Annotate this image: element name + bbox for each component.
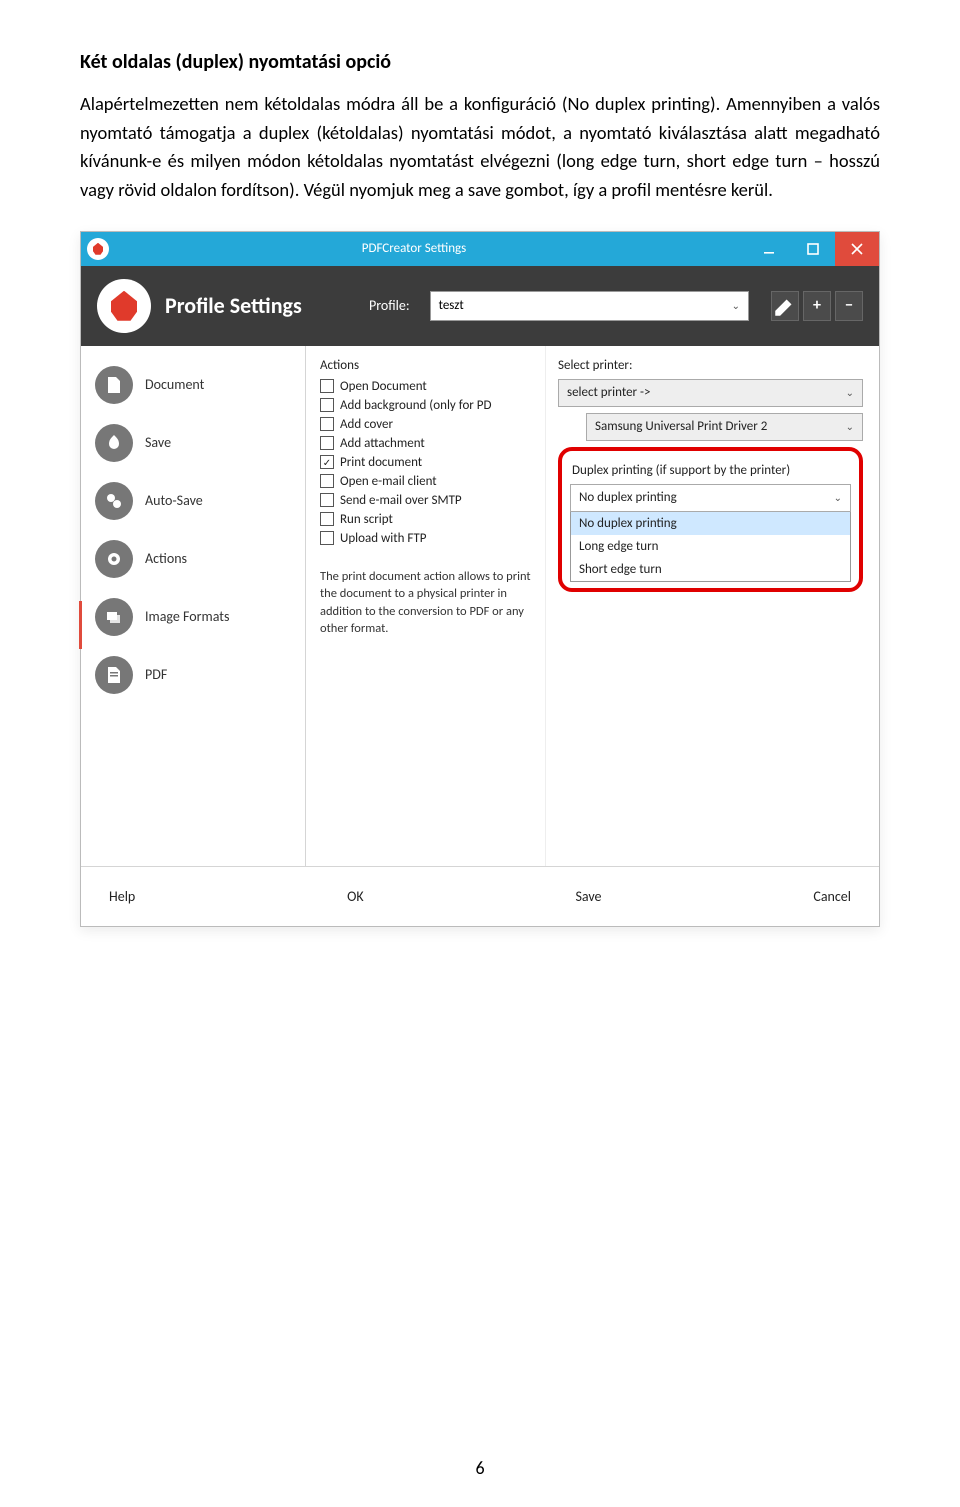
- action-print-document[interactable]: Print document: [320, 455, 537, 470]
- titlebar: PDFCreator Settings: [81, 232, 879, 266]
- action-label: Add background (only for PD: [340, 398, 491, 413]
- chevron-down-icon: ⌄: [732, 299, 740, 312]
- sidebar-item-label: Auto-Save: [145, 492, 203, 509]
- checkbox-icon: [320, 531, 334, 545]
- action-open-document[interactable]: Open Document: [320, 379, 537, 394]
- help-button[interactable]: Help: [109, 888, 135, 905]
- close-button[interactable]: [835, 232, 879, 266]
- duplex-option[interactable]: Short edge turn: [571, 558, 850, 581]
- sidebar-item-label: Document: [145, 376, 204, 393]
- select-printer-dropdown[interactable]: select printer -> ⌄: [558, 379, 863, 407]
- chevron-down-icon: ⌄: [846, 420, 854, 433]
- select-printer-label: Select printer:: [558, 358, 863, 373]
- sidebar-item-label: PDF: [145, 666, 167, 683]
- duplex-highlight-box: Duplex printing (if support by the print…: [558, 447, 863, 592]
- header-bar: Profile Settings Profile: teszt ⌄ + −: [81, 266, 879, 346]
- profile-select[interactable]: teszt ⌄: [430, 291, 749, 321]
- action-label: Open e-mail client: [340, 474, 437, 489]
- action-description: The print document action allows to prin…: [320, 568, 537, 638]
- chevron-down-icon: ⌄: [846, 386, 854, 399]
- sidebar-item-label: Save: [145, 434, 171, 451]
- checkbox-icon: [320, 417, 334, 431]
- cancel-button[interactable]: Cancel: [813, 888, 851, 905]
- select-printer-value: select printer ->: [567, 385, 650, 400]
- action-label: Open Document: [340, 379, 427, 394]
- checkbox-icon: [320, 474, 334, 488]
- footer-bar: Help OK Save Cancel: [81, 866, 879, 926]
- ok-button[interactable]: OK: [347, 888, 364, 905]
- action-label: Print document: [340, 455, 422, 470]
- sidebar-item-auto-save[interactable]: Auto-Save: [81, 472, 305, 530]
- chevron-down-icon: ⌄: [834, 491, 842, 504]
- doc-paragraph: Alapértelmezetten nem kétoldalas módra á…: [80, 90, 880, 205]
- checkbox-icon: [320, 493, 334, 507]
- action-add-cover[interactable]: Add cover: [320, 417, 537, 432]
- add-profile-button[interactable]: +: [803, 291, 831, 321]
- document-icon: [95, 366, 133, 404]
- actions-section-label: Actions: [320, 358, 537, 373]
- action-label: Run script: [340, 512, 393, 527]
- save-button[interactable]: Save: [575, 888, 601, 905]
- profile-label: Profile:: [369, 297, 410, 314]
- app-logo-icon: [97, 279, 151, 333]
- flame-icon: [95, 424, 133, 462]
- checkbox-icon: [320, 379, 334, 393]
- duplex-dropdown[interactable]: No duplex printing ⌄: [570, 484, 851, 512]
- checkbox-icon: [320, 436, 334, 450]
- printer-panel: Select printer: select printer -> ⌄ Sams…: [546, 346, 879, 866]
- sidebar-item-actions[interactable]: Actions: [81, 530, 305, 588]
- duplex-option[interactable]: No duplex printing: [571, 512, 850, 535]
- action-label: Send e-mail over SMTP: [340, 493, 462, 508]
- maximize-button[interactable]: [791, 232, 835, 266]
- action-add-background[interactable]: Add background (only for PD: [320, 398, 537, 413]
- duplex-option-list: No duplex printing Long edge turn Short …: [570, 512, 851, 582]
- page-number: 6: [0, 1457, 960, 1479]
- sidebar-item-label: Actions: [145, 550, 187, 567]
- action-label: Add cover: [340, 417, 393, 432]
- sidebar-item-label: Image Formats: [145, 608, 229, 625]
- action-label: Add attachment: [340, 436, 425, 451]
- action-open-email-client[interactable]: Open e-mail client: [320, 474, 537, 489]
- actions-panel: Actions Open Document Add background (on…: [306, 346, 546, 866]
- action-add-attachment[interactable]: Add attachment: [320, 436, 537, 451]
- checkbox-icon: [320, 512, 334, 526]
- remove-profile-button[interactable]: −: [835, 291, 863, 321]
- checkbox-checked-icon: [320, 455, 334, 469]
- select-printer-sub-dropdown[interactable]: Samsung Universal Print Driver 2 ⌄: [586, 413, 863, 441]
- duplex-selected-value: No duplex printing: [579, 490, 677, 505]
- doc-heading: Két oldalas (duplex) nyomtatási opció: [80, 50, 880, 74]
- sidebar-item-save[interactable]: Save: [81, 414, 305, 472]
- profile-select-value: teszt: [439, 298, 464, 313]
- active-indicator: [79, 601, 82, 649]
- window-title: PDFCreator Settings: [81, 241, 747, 256]
- action-upload-ftp[interactable]: Upload with FTP: [320, 531, 537, 546]
- sidebar-item-pdf[interactable]: PDF: [81, 646, 305, 704]
- gear-icon: [95, 540, 133, 578]
- header-title: Profile Settings: [165, 292, 355, 319]
- sidebar: Document Save Auto-Save Actions: [81, 346, 306, 866]
- gears-icon: [95, 482, 133, 520]
- sidebar-item-document[interactable]: Document: [81, 356, 305, 414]
- action-send-email-smtp[interactable]: Send e-mail over SMTP: [320, 493, 537, 508]
- duplex-option[interactable]: Long edge turn: [571, 535, 850, 558]
- pdf-icon: [95, 656, 133, 694]
- sidebar-item-image-formats[interactable]: Image Formats: [81, 588, 305, 646]
- duplex-label: Duplex printing (if support by the print…: [572, 463, 851, 478]
- images-icon: [95, 598, 133, 636]
- minimize-button[interactable]: [747, 232, 791, 266]
- checkbox-icon: [320, 398, 334, 412]
- edit-profile-button[interactable]: [771, 291, 799, 321]
- action-run-script[interactable]: Run script: [320, 512, 537, 527]
- app-window: PDFCreator Settings Profile Settings Pro…: [80, 231, 880, 927]
- action-label: Upload with FTP: [340, 531, 426, 546]
- select-printer-sub-value: Samsung Universal Print Driver 2: [595, 419, 767, 434]
